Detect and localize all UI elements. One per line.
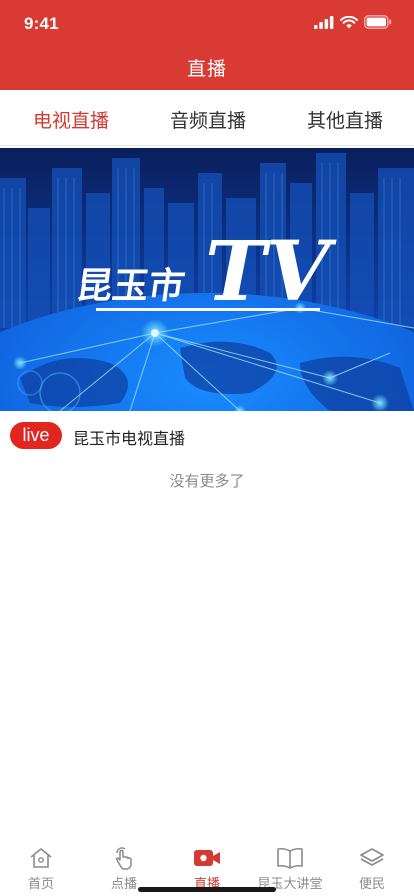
signal-icon <box>314 15 334 29</box>
tabbar-item-services[interactable]: 便民 <box>337 844 407 892</box>
tab-audio-live[interactable]: 音频直播 <box>170 106 246 133</box>
live-badge: live <box>10 422 62 449</box>
tabbar-item-live[interactable]: 直播 <box>172 844 242 892</box>
app-header: 9:41 直播 <box>0 0 414 90</box>
video-camera-icon <box>194 850 220 866</box>
status-time: 9:41 <box>24 14 59 33</box>
svg-text:TV: TV <box>205 224 337 320</box>
tap-hand-icon <box>115 847 132 870</box>
status-bar: 9:41 <box>0 0 414 46</box>
tabbar-item-home[interactable]: 首页 <box>6 844 76 892</box>
tabbar-label: 便民 <box>358 877 385 892</box>
wifi-icon <box>340 15 358 28</box>
tab-other-live[interactable]: 其他直播 <box>307 106 383 133</box>
list-end-text: 没有更多了 <box>169 472 245 490</box>
tab-tv-live[interactable]: 电视直播 <box>33 106 109 133</box>
svg-text:昆玉市: 昆玉市 <box>74 264 188 307</box>
tabbar-label: 首页 <box>27 877 54 892</box>
open-book-icon <box>277 847 303 869</box>
channel-title: 昆玉市电视直播 <box>73 429 186 448</box>
page-title: 直播 <box>186 58 227 80</box>
battery-icon <box>364 15 392 29</box>
city-globe-illustration: 昆玉市 TV <box>0 148 414 411</box>
live-banner-image[interactable]: 昆玉市 TV <box>0 148 414 411</box>
live-category-tabs: 电视直播 音频直播 其他直播 <box>0 90 414 146</box>
list-item[interactable]: live 昆玉市电视直播 <box>0 411 414 459</box>
tabbar-item-lecture[interactable]: 昆玉大讲堂 <box>255 844 325 892</box>
status-icons <box>314 15 392 29</box>
home-indicator <box>138 887 276 892</box>
tabbar-item-vod[interactable]: 点播 <box>89 844 159 892</box>
home-icon <box>30 848 52 868</box>
layers-icon <box>360 848 384 866</box>
